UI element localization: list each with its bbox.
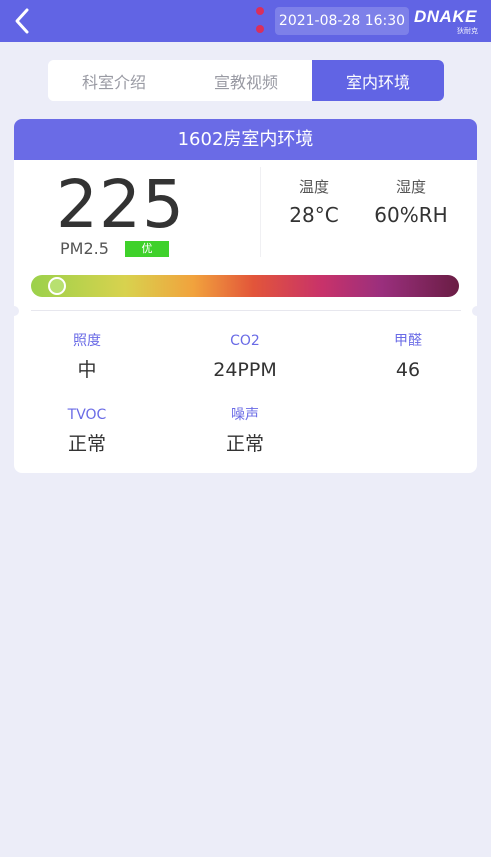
card-title: 1602房室内环境: [14, 119, 477, 160]
temperature-label: 温度: [298, 178, 329, 196]
co2-label: CO2: [230, 333, 260, 349]
back-button[interactable]: [6, 5, 38, 37]
tvoc-label: TVOC: [67, 407, 107, 423]
illuminance-label: 照度: [73, 333, 101, 349]
pm25-label: PM2.5: [60, 239, 109, 258]
humidity-metric: 湿度 60%RH: [366, 177, 456, 229]
air-quality-scale-bar: [31, 275, 459, 297]
tab-indoor-environment[interactable]: 室内环境: [312, 60, 444, 101]
tab-department-intro[interactable]: 科室介绍: [48, 60, 180, 101]
brand-logo: DNAKE 狄耐克: [414, 7, 484, 37]
tvoc-value: 正常: [67, 433, 106, 455]
brand-name: DNAKE: [414, 7, 477, 26]
formaldehyde-value: 46: [395, 359, 421, 381]
card-notch-left: [14, 306, 19, 316]
top-bar: 2021-08-28 16:30 DNAKE 狄耐克: [0, 0, 491, 42]
datetime-display: 2021-08-28 16:30: [275, 7, 409, 35]
temperature-value: 28°C: [289, 203, 339, 227]
humidity-label: 湿度: [395, 178, 426, 196]
formaldehyde-label: 甲醛: [394, 333, 422, 349]
noise-metric: 噪声 正常: [200, 405, 290, 457]
status-indicator-icon: [254, 6, 266, 36]
tab-education-video[interactable]: 宣教视频: [180, 60, 312, 101]
noise-label: 噪声: [231, 407, 259, 423]
co2-value: 24PPM: [213, 359, 277, 381]
card-notch-right: [472, 306, 477, 316]
illuminance-value: 中: [77, 359, 97, 381]
tvoc-metric: TVOC 正常: [42, 405, 132, 457]
scale-indicator: [47, 277, 66, 295]
noise-value: 正常: [225, 433, 264, 455]
tab-bar: 科室介绍 宣教视频 室内环境: [48, 60, 444, 101]
formaldehyde-metric: 甲醛 46: [363, 331, 453, 383]
brand-subtitle: 狄耐克: [457, 27, 478, 35]
divider: [260, 167, 261, 257]
pm25-value: 225: [56, 166, 185, 243]
divider: [31, 310, 461, 311]
air-quality-badge: 优: [125, 241, 169, 257]
chevron-left-icon: [15, 8, 29, 34]
illuminance-metric: 照度 中: [42, 331, 132, 383]
co2-metric: CO2 24PPM: [200, 331, 290, 383]
environment-card: 1602房室内环境 225 PM2.5 优 温度 28°C 湿度 60%RH 照…: [14, 119, 477, 473]
temperature-metric: 温度 28°C: [274, 177, 354, 229]
humidity-value: 60%RH: [374, 203, 448, 227]
